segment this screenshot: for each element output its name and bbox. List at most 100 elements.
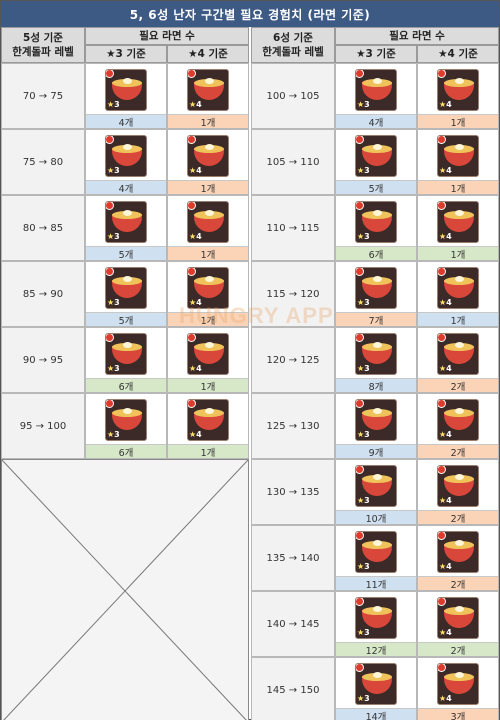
ramen-icon: ★3 — [355, 531, 397, 573]
egg-shape — [455, 78, 464, 84]
egg-shape — [373, 606, 382, 612]
grade-number: 3 — [364, 100, 370, 109]
star3-count: 7개 — [336, 312, 416, 327]
ramen-icon: ★4 — [187, 69, 229, 111]
egg-shape — [123, 144, 132, 150]
ramen-icon: ★3 — [355, 201, 397, 243]
level-range: 115 → 120 — [251, 261, 335, 327]
star4-cell: ★4 2개 — [417, 525, 499, 591]
red-gem-icon — [438, 598, 446, 606]
grade-badge: ★3 — [107, 232, 120, 241]
star4-count: 1개 — [418, 312, 498, 327]
egg-shape — [455, 606, 464, 612]
ramen-icon: ★4 — [187, 135, 229, 177]
needed-header: 필요 라면 수 — [85, 27, 249, 45]
grade-number: 4 — [446, 496, 452, 505]
star4-count: 1개 — [168, 312, 248, 327]
star3-cell: ★3 5개 — [85, 261, 167, 327]
grade-number: 3 — [364, 628, 370, 637]
star4-cell: ★4 2개 — [417, 459, 499, 525]
star3-cell: ★3 12개 — [335, 591, 417, 657]
ramen-icon: ★4 — [437, 201, 479, 243]
level-range: 110 → 115 — [251, 195, 335, 261]
egg-shape — [123, 342, 132, 348]
level-range: 75 → 80 — [1, 129, 85, 195]
star3-count: 4개 — [86, 114, 166, 129]
red-gem-icon — [188, 202, 196, 210]
red-gem-icon — [188, 400, 196, 408]
egg-shape — [373, 342, 382, 348]
star4-cell: ★4 2개 — [417, 393, 499, 459]
ramen-icon: ★4 — [437, 333, 479, 375]
star3-cell: ★3 8개 — [335, 327, 417, 393]
star3-cell: ★3 4개 — [85, 129, 167, 195]
red-gem-icon — [356, 532, 364, 540]
egg-shape — [205, 210, 214, 216]
star4-cell: ★4 1개 — [167, 129, 249, 195]
red-gem-icon — [438, 334, 446, 342]
ramen-icon: ★3 — [105, 201, 147, 243]
ramen-icon: ★4 — [437, 465, 479, 507]
grade-badge: ★3 — [357, 694, 370, 703]
star4-cell: ★4 1개 — [417, 129, 499, 195]
star3-count: 14개 — [336, 708, 416, 720]
star4-cell: ★4 3개 — [417, 657, 499, 720]
grade-badge: ★3 — [107, 166, 120, 175]
grade-badge: ★3 — [107, 298, 120, 307]
ramen-icon: ★4 — [437, 531, 479, 573]
grade-badge: ★3 — [107, 430, 120, 439]
grade-badge: ★3 — [357, 232, 370, 241]
star4-cell: ★4 1개 — [417, 195, 499, 261]
star4-cell: ★4 1개 — [167, 261, 249, 327]
ramen-icon: ★3 — [355, 69, 397, 111]
grade-badge: ★4 — [189, 364, 202, 373]
star3-cell: ★3 7개 — [335, 261, 417, 327]
grade-badge: ★4 — [439, 562, 452, 571]
ramen-icon: ★4 — [187, 201, 229, 243]
grade-number: 4 — [196, 166, 202, 175]
grade-number: 3 — [364, 166, 370, 175]
grade-badge: ★4 — [189, 430, 202, 439]
grade-number: 4 — [446, 364, 452, 373]
red-gem-icon — [438, 70, 446, 78]
level-range: 120 → 125 — [251, 327, 335, 393]
placeholder-cross — [1, 459, 249, 720]
red-gem-icon — [106, 334, 114, 342]
star3-count: 6개 — [336, 246, 416, 261]
star4-count: 1개 — [418, 180, 498, 195]
egg-shape — [373, 276, 382, 282]
red-gem-icon — [356, 598, 364, 606]
star4-cell: ★4 1개 — [167, 327, 249, 393]
level-range: 95 → 100 — [1, 393, 85, 459]
red-gem-icon — [438, 664, 446, 672]
star4-cell: ★4 2개 — [417, 327, 499, 393]
egg-shape — [455, 210, 464, 216]
ramen-icon: ★3 — [105, 399, 147, 441]
star4-count: 2개 — [418, 510, 498, 525]
star4-count: 2개 — [418, 642, 498, 657]
grade-badge: ★4 — [439, 364, 452, 373]
grade-number: 3 — [114, 364, 120, 373]
grade-badge: ★4 — [439, 232, 452, 241]
star4-cell: ★4 1개 — [167, 195, 249, 261]
grade-badge: ★3 — [357, 628, 370, 637]
red-gem-icon — [188, 334, 196, 342]
grade-badge: ★4 — [189, 166, 202, 175]
grade-number: 4 — [446, 562, 452, 571]
grade-badge: ★3 — [357, 364, 370, 373]
star4-count: 2개 — [418, 576, 498, 591]
grade-number: 4 — [446, 100, 452, 109]
grade-badge: ★4 — [189, 232, 202, 241]
grade-badge: ★4 — [439, 100, 452, 109]
ramen-icon: ★4 — [187, 399, 229, 441]
grade-number: 3 — [364, 562, 370, 571]
red-gem-icon — [188, 136, 196, 144]
ramen-icon: ★4 — [437, 69, 479, 111]
grade-number: 4 — [446, 694, 452, 703]
ramen-icon: ★3 — [355, 399, 397, 441]
grade-badge: ★3 — [357, 496, 370, 505]
egg-shape — [123, 408, 132, 414]
ramen-icon: ★3 — [105, 135, 147, 177]
star3-count: 6개 — [86, 444, 166, 459]
grade-badge: ★4 — [439, 166, 452, 175]
